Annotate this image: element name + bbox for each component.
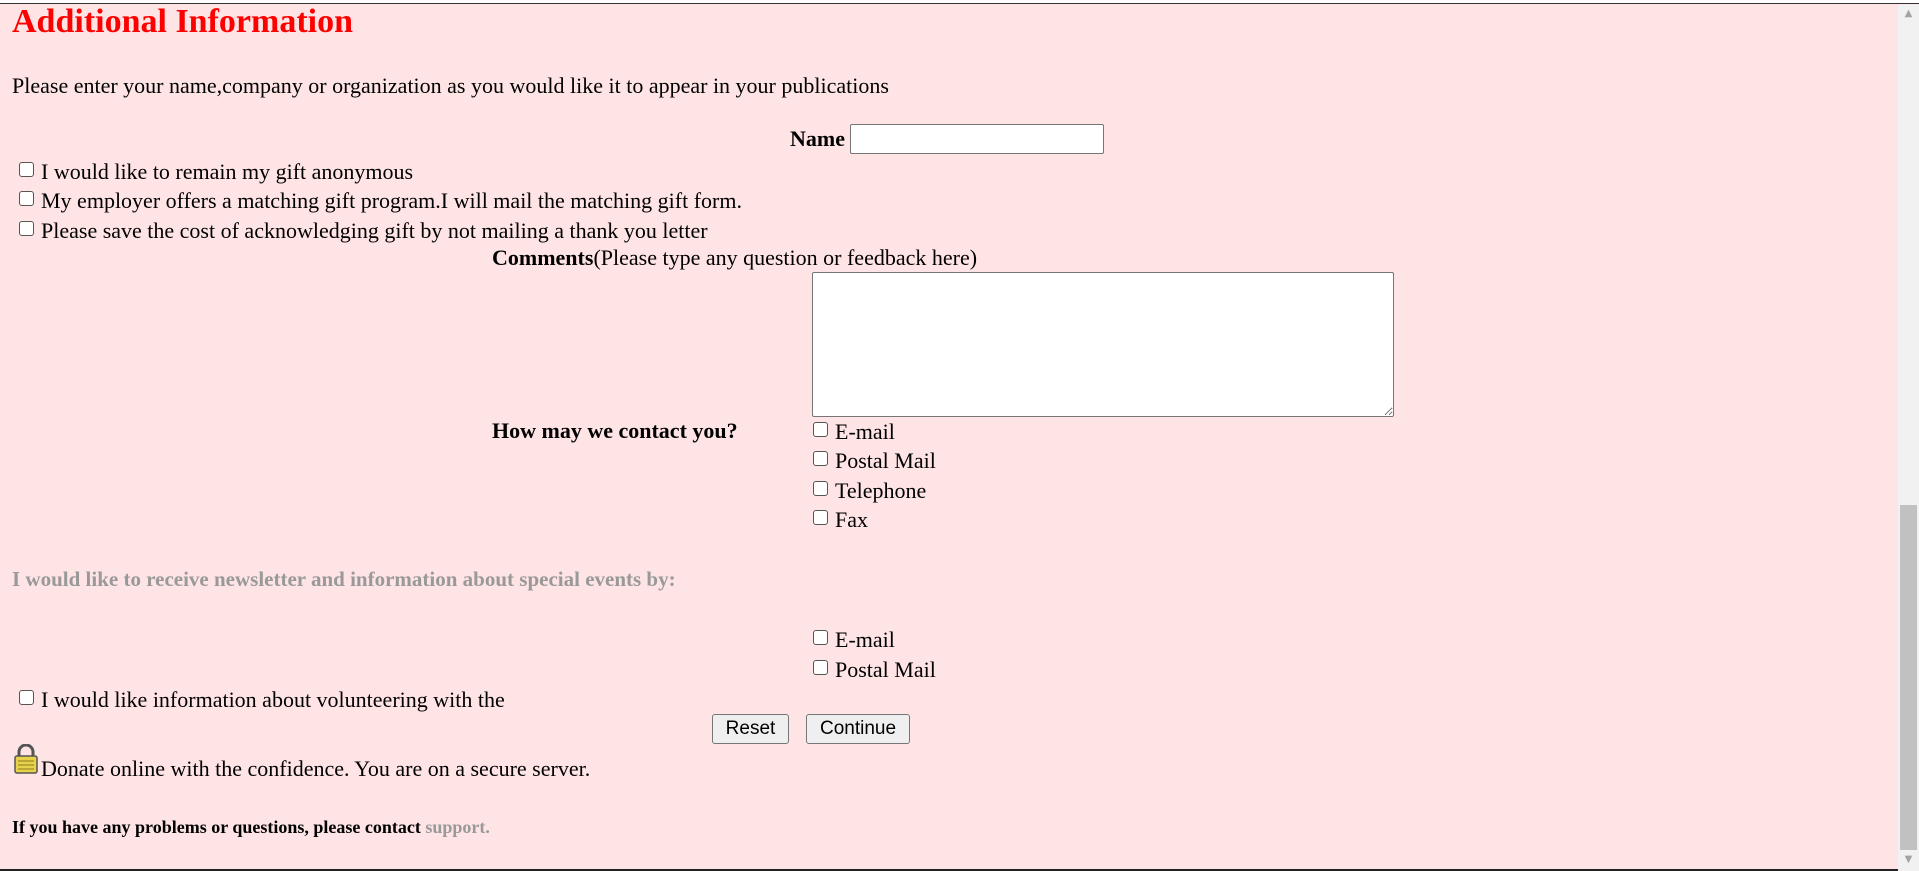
- contact-fax-label: Fax: [835, 507, 868, 532]
- contact-email-label: E-mail: [835, 419, 895, 444]
- vertical-scrollbar[interactable]: ▲ ▼: [1898, 5, 1919, 871]
- newsletter-email-label: E-mail: [835, 627, 895, 652]
- name-label: Name: [790, 126, 845, 151]
- contact-postal-label: Postal Mail: [835, 448, 936, 473]
- volunteer-checkbox[interactable]: [19, 690, 34, 705]
- newsletter-email-checkbox[interactable]: [813, 630, 828, 645]
- section-title: Additional Information: [12, 3, 353, 40]
- no-thanks-letter-checkbox[interactable]: [19, 221, 34, 236]
- padlock-icon: [14, 744, 38, 774]
- intro-text: Please enter your name,company or organi…: [12, 73, 889, 98]
- contact-telephone-checkbox[interactable]: [813, 481, 828, 496]
- scroll-down-icon[interactable]: ▼: [1898, 851, 1919, 868]
- comments-label: Comments: [492, 245, 594, 270]
- name-input[interactable]: [850, 124, 1104, 154]
- contact-postal-checkbox[interactable]: [813, 451, 828, 466]
- newsletter-postal-label: Postal Mail: [835, 657, 936, 682]
- continue-button[interactable]: Continue: [806, 714, 910, 744]
- no-thanks-letter-label: Please save the cost of acknowledging gi…: [41, 218, 708, 243]
- support-line: If you have any problems or questions, p…: [12, 817, 490, 838]
- comments-hint: (Please type any question or feedback he…: [593, 245, 978, 270]
- matching-gift-label: My employer offers a matching gift progr…: [41, 188, 742, 213]
- secure-text: Donate online with the confidence. You a…: [41, 756, 591, 781]
- scroll-up-icon[interactable]: ▲: [1898, 5, 1919, 22]
- comments-heading: Comments(Please type any question or fee…: [492, 245, 977, 271]
- volunteer-label: I would like information about volunteer…: [41, 687, 505, 712]
- scrollbar-thumb[interactable]: [1900, 505, 1917, 850]
- newsletter-postal-checkbox[interactable]: [813, 660, 828, 675]
- support-link[interactable]: support.: [425, 817, 490, 837]
- comments-textarea[interactable]: [812, 272, 1394, 417]
- support-text: If you have any problems or questions, p…: [12, 817, 421, 837]
- anonymous-checkbox[interactable]: [19, 162, 34, 177]
- contact-email-checkbox[interactable]: [813, 422, 828, 437]
- contact-telephone-label: Telephone: [835, 478, 927, 503]
- contact-label: How may we contact you?: [492, 418, 738, 443]
- newsletter-heading: I would like to receive newsletter and i…: [12, 567, 676, 591]
- matching-gift-checkbox[interactable]: [19, 191, 34, 206]
- anonymous-label: I would like to remain my gift anonymous: [41, 159, 414, 184]
- reset-button[interactable]: Reset: [712, 714, 789, 744]
- contact-fax-checkbox[interactable]: [813, 510, 828, 525]
